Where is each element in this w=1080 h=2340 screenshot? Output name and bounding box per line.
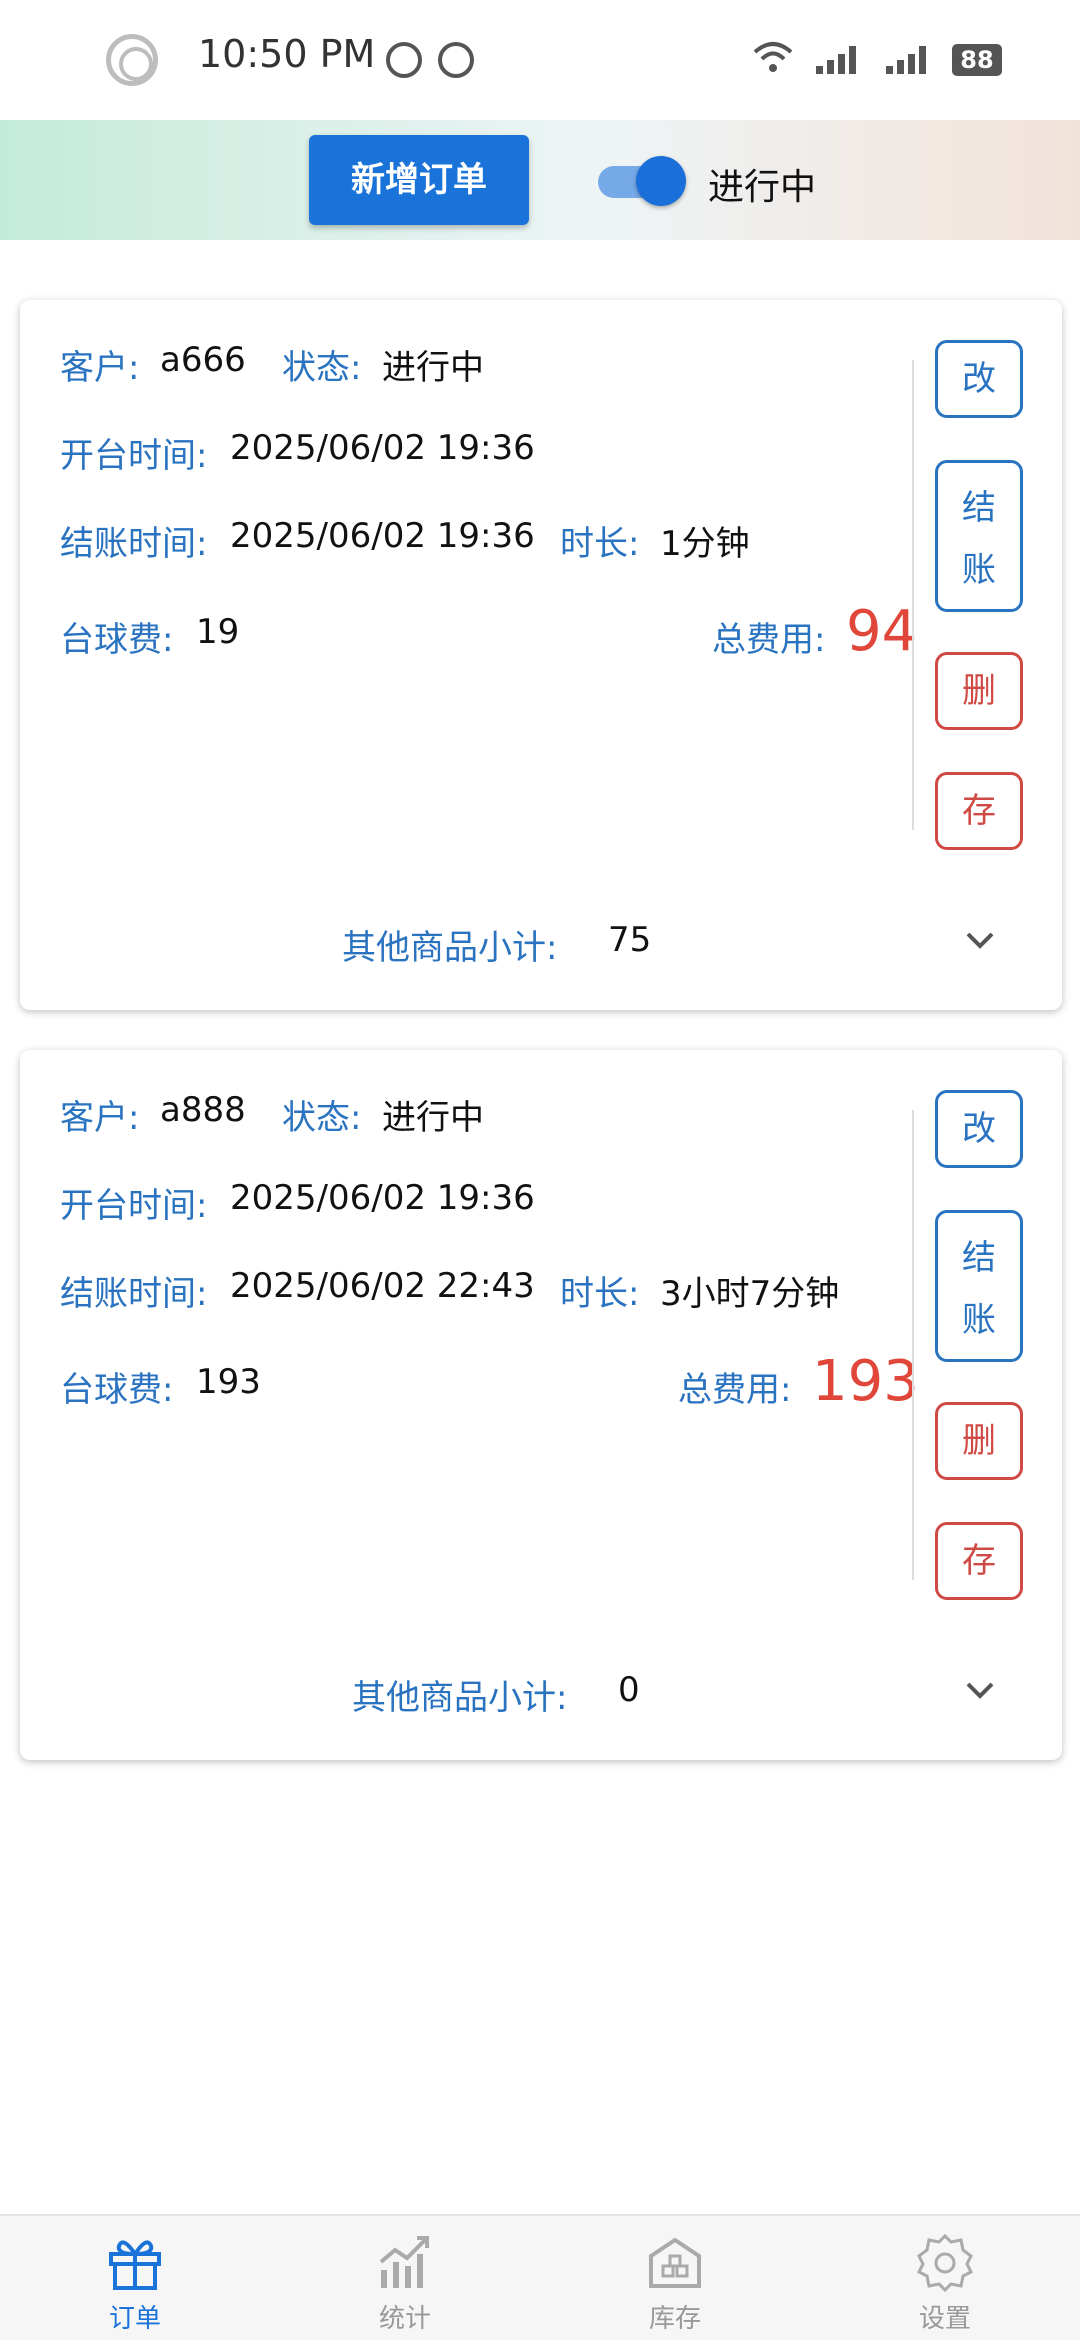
nav-label-stats: 统计 — [378, 2304, 431, 2334]
network-icon — [438, 42, 474, 78]
table-fee-value: 19 — [196, 612, 240, 652]
delete-button[interactable]: 删 — [935, 1402, 1023, 1480]
in-progress-toggle[interactable] — [598, 156, 686, 206]
status-value: 进行中 — [382, 348, 484, 388]
network-icon — [386, 42, 422, 78]
duration-label: 时长: — [560, 1274, 640, 1314]
bottom-nav: 订单 统计 库存 设置 — [0, 2214, 1080, 2340]
add-order-button[interactable]: 新增订单 — [309, 135, 529, 225]
nav-item-inventory[interactable]: 库存 — [540, 2216, 810, 2340]
table-fee-label: 台球费: — [60, 1370, 174, 1410]
total-label: 总费用: — [712, 620, 826, 660]
nav-item-settings[interactable]: 设置 — [810, 2216, 1080, 2340]
toggle-label: 进行中 — [708, 167, 817, 208]
save-button[interactable]: 存 — [935, 1522, 1023, 1600]
toggle-thumb — [636, 156, 686, 206]
circle-icon — [106, 34, 158, 86]
other-subtotal-value: 0 — [618, 1670, 640, 1710]
status-bar: 10:50 PM 88 — [0, 0, 1080, 120]
delete-button[interactable]: 删 — [935, 652, 1023, 730]
total-value: 193 — [812, 1349, 919, 1414]
edit-button[interactable]: 改 — [935, 1090, 1023, 1168]
order-card: 客户: a888 状态: 进行中 开台时间: 2025/06/02 19:36 … — [20, 1050, 1062, 1760]
divider — [912, 1110, 914, 1580]
checkout-char-1: 结 — [962, 488, 996, 528]
status-label: 状态: — [282, 348, 362, 388]
status-value: 进行中 — [382, 1098, 484, 1138]
checkout-char-1: 结 — [962, 1238, 996, 1278]
signal-icon — [886, 46, 926, 74]
chevron-down-icon[interactable] — [960, 920, 1000, 960]
checkout-time-value: 2025/06/02 19:36 — [230, 516, 535, 556]
open-time-value: 2025/06/02 19:36 — [230, 1178, 535, 1218]
save-button[interactable]: 存 — [935, 772, 1023, 850]
gift-icon — [109, 2240, 161, 2290]
nav-label-orders: 订单 — [108, 2304, 161, 2334]
nav-item-orders[interactable]: 订单 — [0, 2216, 270, 2340]
customer-value: a666 — [160, 340, 246, 380]
total-value: 94 — [846, 599, 918, 664]
divider — [912, 360, 914, 830]
checkout-char-2: 账 — [962, 1300, 996, 1340]
duration-value: 3小时7分钟 — [660, 1274, 840, 1314]
gear-icon — [916, 2233, 974, 2292]
open-time-value: 2025/06/02 19:36 — [230, 428, 535, 468]
other-subtotal-label: 其他商品小计: — [352, 1678, 568, 1718]
nav-item-stats[interactable]: 统计 — [270, 2216, 540, 2340]
checkout-button[interactable]: 结 账 — [935, 1210, 1023, 1362]
checkout-char-2: 账 — [962, 550, 996, 590]
customer-value: a888 — [160, 1090, 246, 1130]
warehouse-icon — [649, 2237, 701, 2288]
edit-button[interactable]: 改 — [935, 340, 1023, 418]
battery-icon: 88 — [952, 44, 1002, 76]
other-subtotal-label: 其他商品小计: — [342, 928, 558, 968]
duration-value: 1分钟 — [660, 524, 750, 564]
customer-label: 客户: — [60, 348, 140, 388]
open-time-label: 开台时间: — [60, 436, 208, 476]
total-label: 总费用: — [678, 1370, 792, 1410]
table-fee-value: 193 — [196, 1362, 261, 1402]
other-subtotal-value: 75 — [608, 920, 652, 960]
duration-label: 时长: — [560, 524, 640, 564]
checkout-time-label: 结账时间: — [60, 1274, 208, 1314]
nav-label-inventory: 库存 — [648, 2304, 701, 2334]
open-time-label: 开台时间: — [60, 1186, 208, 1226]
customer-label: 客户: — [60, 1098, 140, 1138]
status-time: 10:50 PM — [198, 32, 376, 76]
status-label: 状态: — [282, 1098, 362, 1138]
checkout-time-label: 结账时间: — [60, 524, 208, 564]
chevron-down-icon[interactable] — [960, 1670, 1000, 1710]
table-fee-label: 台球费: — [60, 620, 174, 660]
chart-icon — [379, 2236, 429, 2288]
order-card: 客户: a666 状态: 进行中 开台时间: 2025/06/02 19:36 … — [20, 300, 1062, 1010]
checkout-button[interactable]: 结 账 — [935, 460, 1023, 612]
wifi-icon — [753, 42, 793, 72]
checkout-time-value: 2025/06/02 22:43 — [230, 1266, 535, 1306]
signal-icon — [816, 46, 856, 74]
header-toolbar: 新增订单 进行中 — [0, 120, 1080, 240]
nav-label-settings: 设置 — [918, 2304, 971, 2334]
